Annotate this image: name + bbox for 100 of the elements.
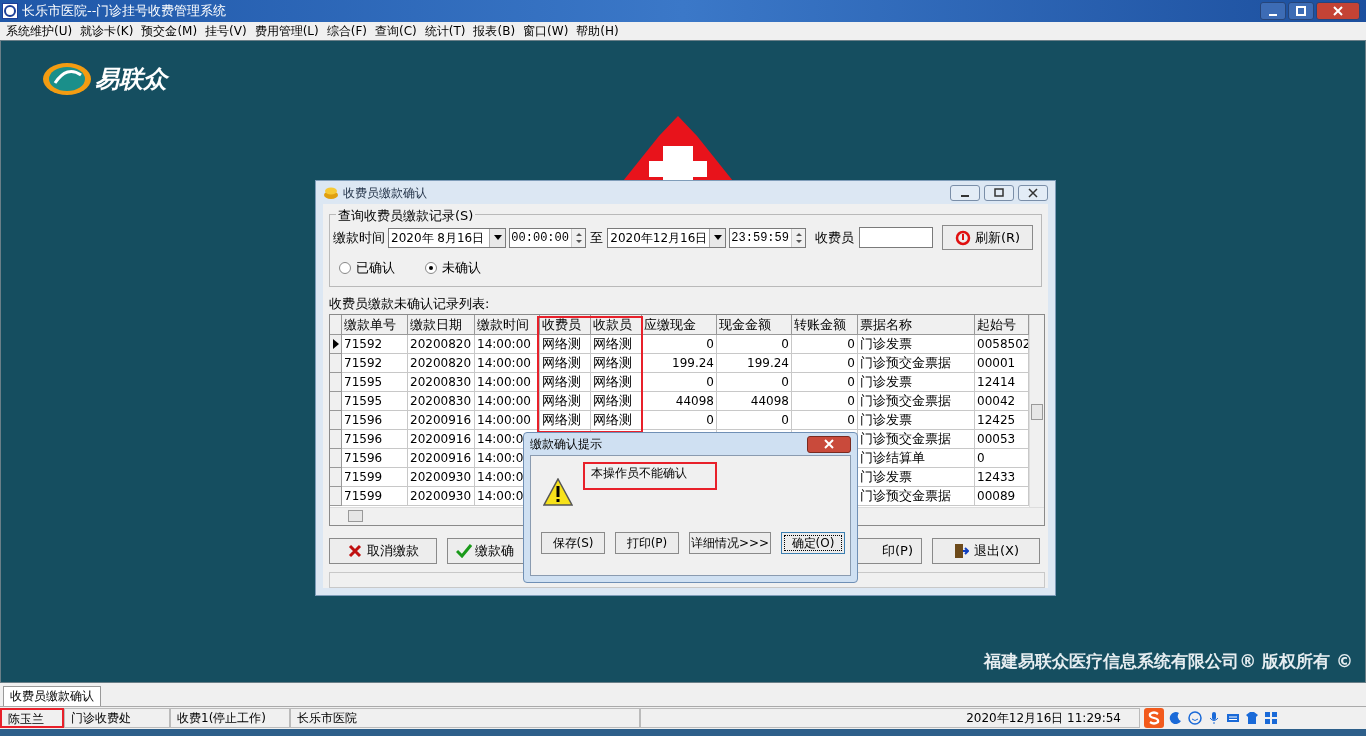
shirt-icon[interactable] [1245,711,1259,725]
status-bar-cell: 长乐市医院 [290,708,640,728]
dialog-button[interactable]: 详细情况>>> [689,532,771,554]
smiley-icon[interactable] [1188,711,1202,725]
table-cell: 门诊发票 [858,373,975,392]
table-cell: 44098 [717,392,792,411]
table-cell: 网络测 [591,335,642,354]
dialog-button[interactable]: 保存(S) [541,532,605,554]
menu-item[interactable]: 就诊卡(K) [76,22,138,40]
table-cell: 199.24 [642,354,717,373]
table-cell: 0 [717,335,792,354]
radio-button[interactable] [425,261,437,274]
action-button[interactable]: 退出(X) [932,538,1040,564]
table-cell: 网络测 [540,392,591,411]
table-cell: 44098 [642,392,717,411]
refresh-button[interactable]: 刷新(R) [942,225,1033,250]
table-cell: 0 [642,411,717,430]
table-cell: 门诊预交金票据 [858,392,975,411]
table-cell: 门诊预交金票据 [858,354,975,373]
status-bar-cell: 收费1(停止工作) [170,708,290,728]
restore-button[interactable] [1288,2,1314,20]
window-title: 长乐市医院--门诊挂号收费管理系统 [22,2,227,21]
grid-icon[interactable] [1264,711,1278,725]
table-cell: 0 [717,411,792,430]
close-button[interactable] [1316,2,1360,20]
table-cell: 20200916 [408,411,475,430]
menu-item[interactable]: 查询(C) [371,22,421,40]
door-icon [952,543,969,559]
close-icon [824,439,834,449]
current-row-icon [332,339,339,349]
menu-item[interactable]: 挂号(V) [201,22,251,40]
menu-item[interactable]: 费用管理(L) [250,22,323,40]
menu-item[interactable]: 综合(F) [322,22,371,40]
table-cell: 20200820 [408,335,475,354]
cashier-input-field[interactable] [859,227,934,248]
radio-button[interactable] [339,261,351,274]
menu-item[interactable]: 帮助(H) [572,22,623,40]
table-cell: 门诊发票 [858,411,975,430]
table-cell: 71595 [342,373,408,392]
field-label: 至 [589,228,605,247]
table-cell: 0 [792,411,858,430]
column-header[interactable]: 票据名称 [858,315,975,335]
keyboard-icon[interactable] [1226,711,1240,725]
column-header[interactable]: 转账金额 [792,315,858,335]
menu-item[interactable]: 预交金(M) [137,22,202,40]
date-dropdown[interactable]: 2020年12月16日 [607,227,727,248]
table-cell: 网络测 [591,411,642,430]
minimize-button[interactable] [950,184,980,201]
column-header[interactable]: 缴款日期 [408,315,475,335]
table-cell: 0 [717,373,792,392]
restore-button[interactable] [984,184,1014,201]
logo-text: 易联众 [95,64,167,95]
table-cell: 0 [792,392,858,411]
table-cell: 门诊发票 [858,335,975,354]
refresh-icon [955,229,971,246]
menu-item[interactable]: 统计(T) [420,22,470,40]
time-spinner[interactable]: 00:00:00 [509,227,587,248]
dialog-button[interactable]: 打印(P) [615,532,679,554]
table-cell: 网络测 [540,335,591,354]
minimize-button[interactable] [1260,2,1286,20]
warning-icon [543,478,573,506]
column-header[interactable]: 现金金额 [717,315,792,335]
table-cell: 20200830 [408,392,475,411]
table-cell: 0 [642,373,717,392]
logo-icon [41,61,93,97]
action-button[interactable]: 取消缴款 [329,538,437,564]
close-button[interactable] [1018,184,1048,201]
microphone-icon[interactable] [1207,711,1221,725]
table-cell: 14:00:00 [475,411,540,430]
radio-option[interactable]: 已确认 [339,258,395,278]
table-cell: 71596 [342,411,408,430]
table-cell: 71599 [342,468,408,487]
column-header[interactable]: 收费员 [540,315,591,335]
menu-item[interactable]: 窗口(W) [519,22,573,40]
close-icon [1331,4,1345,18]
table-cell: 网络测 [540,354,591,373]
close-button[interactable] [807,435,851,453]
table-cell: 20200820 [408,354,475,373]
window-tab[interactable]: 收费员缴款确认 [3,686,101,706]
vertical-scrollbar[interactable] [1029,315,1044,507]
time-spinner[interactable]: 23:59:59 [729,227,807,248]
column-header[interactable]: 缴款时间 [475,315,540,335]
column-header[interactable]: 应缴现金 [642,315,717,335]
table-cell: 20200916 [408,430,475,449]
table-cell: 14:00:00 [475,392,540,411]
radio-option[interactable]: 未确认 [425,258,481,278]
row-header[interactable] [330,335,342,354]
table-cell: 网络测 [540,373,591,392]
menu-item[interactable]: 系统维护(U) [2,22,77,40]
moon-icon[interactable] [1169,711,1183,725]
column-header[interactable]: 收款员 [591,315,642,335]
table-cell: 71595 [342,392,408,411]
column-header[interactable]: 缴款单号 [342,315,408,335]
table-cell: 0 [792,354,858,373]
table-cell: 199.24 [717,354,792,373]
dialog-button[interactable]: 确定(O) [781,532,845,554]
menu-item[interactable]: 报表(B) [469,22,520,40]
dialog-message: 本操作员不能确认 [583,462,717,490]
input-method-icon[interactable] [1144,708,1164,728]
date-dropdown[interactable]: 2020年 8月16日 [388,227,507,248]
